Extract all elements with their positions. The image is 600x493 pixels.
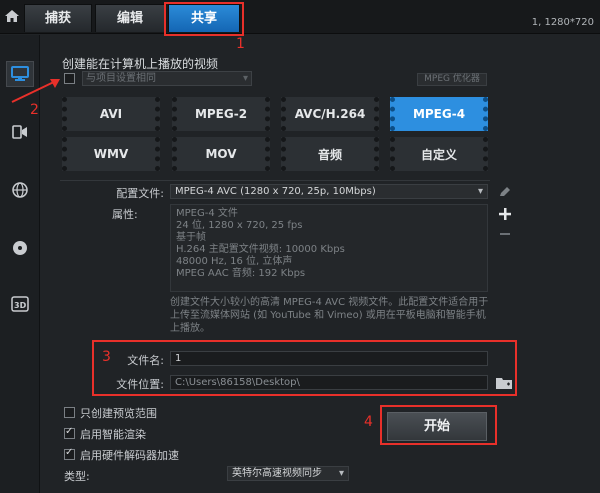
properties-box: MPEG-4 文件 24 位, 1280 x 720, 25 fps 基于帧 H…	[170, 204, 488, 292]
properties-label: 属性:	[112, 208, 138, 221]
rail-device[interactable]	[6, 119, 34, 145]
home-icon[interactable]	[4, 9, 20, 23]
profile-label: 配置文件:	[116, 187, 164, 200]
format-mpeg2[interactable]: MPEG-2	[172, 97, 270, 131]
tab-edit[interactable]: 编辑	[95, 4, 165, 32]
share-panel: 创建能在计算机上播放的视频 与项目设置相同 ▾ MPEG 优化器 AVI MPE…	[52, 40, 592, 493]
format-avi[interactable]: AVI	[62, 97, 160, 131]
svg-text:3D: 3D	[14, 301, 27, 310]
hw-decoder-label: 启用硬件解码器加速	[80, 449, 179, 462]
property-line: H.264 主配置文件视频: 10000 Kbps	[176, 244, 345, 255]
profile-value: MPEG-4 AVC (1280 x 720, 25p, 10Mbps)	[175, 186, 376, 197]
rail-3d[interactable]: 3D	[6, 291, 34, 317]
annotation-3: 3	[102, 349, 111, 365]
same-as-project-checkbox[interactable]	[64, 73, 75, 84]
hw-decoder-checkbox[interactable]	[64, 447, 75, 460]
3d-icon: 3D	[11, 296, 29, 312]
highlight-start-button	[380, 405, 497, 445]
format-mov[interactable]: MOV	[172, 137, 270, 171]
preview-range-label: 只创建预览范围	[80, 407, 157, 420]
property-line: 24 位, 1280 x 720, 25 fps	[176, 220, 303, 231]
type-label: 类型:	[64, 470, 90, 483]
format-audio[interactable]: 音频	[281, 137, 379, 171]
smart-render-checkbox[interactable]	[64, 426, 75, 439]
format-wmv[interactable]: WMV	[62, 137, 160, 171]
add-profile-icon[interactable]	[498, 207, 512, 221]
remove-profile-icon[interactable]	[498, 227, 512, 241]
mpeg-optimizer-button[interactable]: MPEG 优化器	[417, 73, 487, 86]
project-resolution: 1, 1280*720	[531, 17, 594, 28]
chevron-down-icon: ▾	[477, 186, 483, 197]
highlight-share-tab	[164, 2, 244, 36]
annotation-2: 2	[30, 102, 39, 118]
tab-capture[interactable]: 捕获	[24, 4, 92, 32]
chevron-down-icon: ▾	[338, 468, 344, 479]
format-custom[interactable]: 自定义	[390, 137, 488, 171]
property-line: 48000 Hz, 16 位, 立体声	[176, 256, 293, 267]
type-select[interactable]: 英特尔高速视频同步 ▾	[227, 466, 349, 481]
rail-web[interactable]	[6, 177, 34, 203]
property-line: 基于帧	[176, 232, 206, 243]
same-as-project-select[interactable]: 与项目设置相同 ▾	[82, 71, 252, 86]
divider	[60, 180, 490, 181]
device-icon	[12, 125, 27, 139]
smart-render-label: 启用智能渲染	[80, 428, 146, 441]
format-mpeg4[interactable]: MPEG-4	[390, 97, 488, 131]
profile-description: 创建文件大小较小的高清 MPEG-4 AVC 视频文件。此配置文件适合用于上传至…	[170, 297, 489, 334]
panel-title: 创建能在计算机上播放的视频	[62, 57, 219, 71]
same-as-project-label: 与项目设置相同	[86, 73, 156, 84]
top-tab-bar: 捕获 编辑 共享 1, 1280*720	[0, 0, 600, 34]
property-line: MPEG-4 文件	[176, 208, 238, 219]
type-value: 英特尔高速视频同步	[232, 468, 322, 479]
annotation-4: 4	[364, 414, 373, 430]
edit-profile-icon[interactable]	[498, 185, 512, 199]
property-line: MPEG AAC 音频: 192 Kbps	[176, 268, 306, 279]
format-avc-h264[interactable]: AVC/H.264	[281, 97, 379, 131]
chevron-down-icon: ▾	[242, 73, 248, 84]
rail-disc[interactable]	[6, 235, 34, 261]
web-icon	[12, 182, 28, 198]
disc-icon	[13, 241, 27, 255]
highlight-file-fields	[92, 340, 517, 396]
preview-range-checkbox[interactable]	[64, 407, 75, 418]
profile-select[interactable]: MPEG-4 AVC (1280 x 720, 25p, 10Mbps) ▾	[170, 184, 488, 199]
